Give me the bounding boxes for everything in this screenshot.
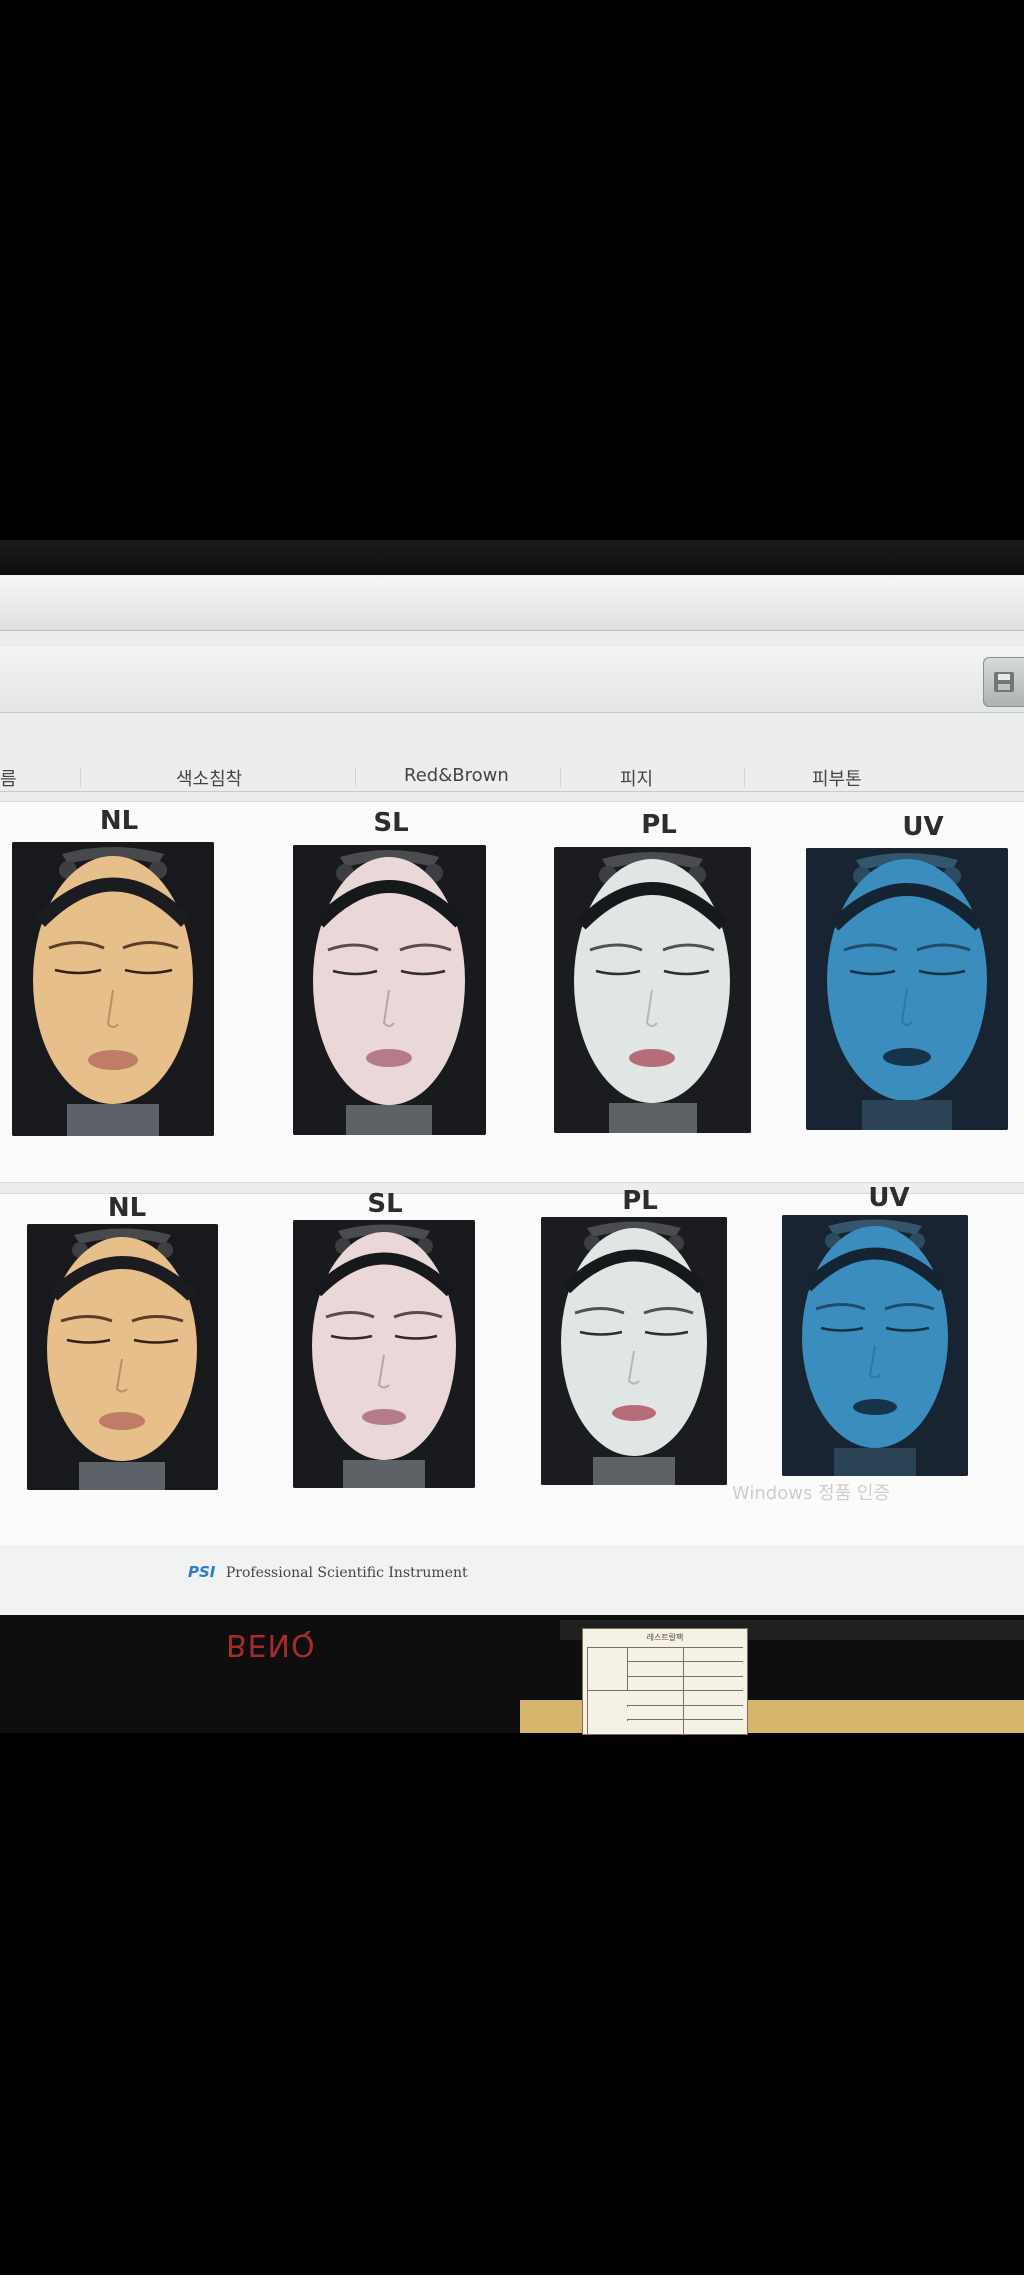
label-nl: NL <box>99 806 139 836</box>
footer: PSI Professional Scientific Instrument <box>0 1545 1024 1615</box>
tab-sebum[interactable]: 피지 <box>620 765 653 791</box>
photo-uv[interactable] <box>806 848 1008 1130</box>
save-button[interactable] <box>983 657 1024 707</box>
label-pl: PL <box>622 1186 658 1216</box>
tab-divider <box>744 767 745 787</box>
monitor-brand-logo: BENQ <box>226 1627 316 1662</box>
save-icon <box>994 672 1014 692</box>
psi-logo: PSI <box>188 1563 216 1581</box>
brand-footer: PSI Professional Scientific Instrument <box>188 1563 468 1581</box>
photo-uv[interactable] <box>782 1215 968 1476</box>
analysis-tabs: 름 색소침착 Red&Brown 피지 피부톤 <box>0 761 1024 792</box>
label-nl: NL <box>107 1193 147 1223</box>
tab-divider <box>560 767 561 787</box>
label-uv: UV <box>868 1183 910 1213</box>
note-grid <box>587 1647 743 1734</box>
tab-divider <box>355 767 356 787</box>
note-title: 레스트랄팩 <box>646 1633 684 1642</box>
face-image-uv <box>806 848 1008 1130</box>
face-image-nl <box>12 842 214 1136</box>
monitor-top-bezel <box>0 540 1024 580</box>
tab-name[interactable]: 름 <box>0 765 17 791</box>
tab-skin-tone[interactable]: 피부톤 <box>812 765 862 791</box>
photo-pl[interactable] <box>554 847 751 1133</box>
tab-red-brown[interactable]: Red&Brown <box>404 765 509 786</box>
face-image-sl <box>293 1220 475 1488</box>
label-sl: SL <box>373 808 409 838</box>
photo-nl[interactable] <box>27 1224 218 1490</box>
toolbar <box>0 647 1024 713</box>
photo-sl[interactable] <box>293 845 486 1135</box>
face-image-pl <box>541 1217 727 1485</box>
tab-pigmentation[interactable]: 색소침착 <box>176 765 242 791</box>
label-uv: UV <box>902 812 944 842</box>
face-image-pl <box>554 847 751 1133</box>
face-image-nl <box>27 1224 218 1490</box>
tab-divider <box>80 767 81 787</box>
photo-sl[interactable] <box>293 1220 475 1488</box>
app-window: 름 색소침착 Red&Brown 피지 피부톤 NL SL PL UV NL S… <box>0 575 1024 1615</box>
reference-note-card: 레스트랄팩 <box>582 1628 748 1735</box>
face-image-sl <box>293 845 486 1135</box>
comparison-panel-1: NL SL PL UV <box>0 801 1024 1183</box>
title-bar <box>0 575 1024 631</box>
brand-text: Professional Scientific Instrument <box>225 1565 468 1581</box>
face-image-uv <box>782 1215 968 1476</box>
label-pl: PL <box>641 810 677 840</box>
photo-pl[interactable] <box>541 1217 727 1485</box>
label-sl: SL <box>367 1189 403 1219</box>
photo-nl[interactable] <box>12 842 214 1136</box>
windows-activation-watermark: Windows 정품 인증 <box>732 1483 891 1504</box>
monitor-bottom-bezel: BENQ <box>0 1615 1024 1733</box>
